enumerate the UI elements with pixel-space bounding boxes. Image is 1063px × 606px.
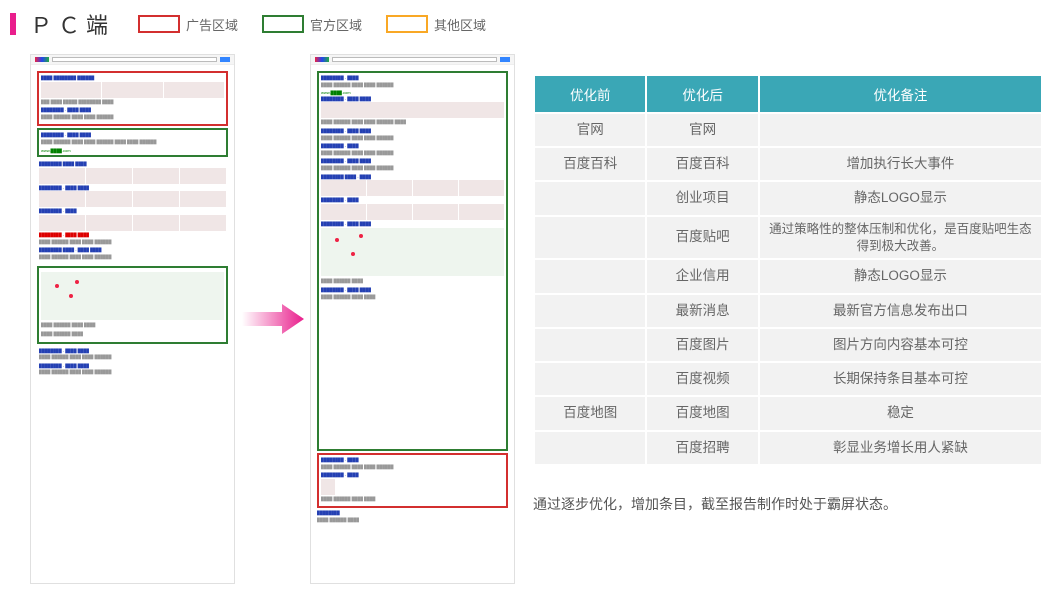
accent-bar xyxy=(10,13,16,35)
content-row: ████ ████████ ██████ ███ ████ █████ ████… xyxy=(0,54,1063,584)
table-row: 百度地图 百度地图 稳定 xyxy=(535,397,1041,429)
cell-before xyxy=(535,182,645,214)
th-before: 优化前 xyxy=(535,76,645,112)
cell-note: 静态LOGO显示 xyxy=(760,260,1041,292)
table-row: 官网 官网 xyxy=(535,114,1041,146)
comparison-panel: 优化前 优化后 优化备注 官网 官网 百度百科 百度百科 增加执行长大事件 xyxy=(533,54,1043,584)
cell-note: 彰显业务增长用人紧缺 xyxy=(760,432,1041,464)
cell-before xyxy=(535,295,645,327)
cell-before: 百度地图 xyxy=(535,397,645,429)
region-other: ████████ ████ ████ ████████ - ████ ████ … xyxy=(37,159,228,264)
cell-before xyxy=(535,432,645,464)
search-button-mock xyxy=(500,57,510,62)
legend-label-official: 官方区域 xyxy=(310,15,362,34)
region-official-2: ████ ██████ ████ ████ ████ ██████ ████ xyxy=(37,266,228,343)
map-thumbnail xyxy=(321,228,504,276)
legend-box-red xyxy=(138,15,180,33)
cell-after: 最新消息 xyxy=(647,295,757,327)
arrow-icon xyxy=(235,54,310,584)
table-header-row: 优化前 优化后 优化备注 xyxy=(535,76,1041,112)
table-row: 百度贴吧 通过策略性的整体压制和优化，是百度贴吧生态得到极大改善。 xyxy=(535,217,1041,259)
serp-before-body: ████ ████████ ██████ ███ ████ █████ ████… xyxy=(31,65,234,386)
cell-before xyxy=(535,363,645,395)
page-header: ＰＣ端 广告区域 官方区域 其他区域 xyxy=(0,0,1063,54)
cell-note: 稳定 xyxy=(760,397,1041,429)
cell-after: 百度视频 xyxy=(647,363,757,395)
baidu-logo-icon xyxy=(35,57,49,62)
serp-before: ████ ████████ ██████ ███ ████ █████ ████… xyxy=(30,54,235,584)
cell-note: 最新官方信息发布出口 xyxy=(760,295,1041,327)
serp-after: ████████ - ████ ████ ██████ ████ ████ ██… xyxy=(310,54,515,584)
th-after: 优化后 xyxy=(647,76,757,112)
cell-note: 长期保持条目基本可控 xyxy=(760,363,1041,395)
th-note: 优化备注 xyxy=(760,76,1041,112)
cell-note: 图片方向内容基本可控 xyxy=(760,329,1041,361)
serp-after-header xyxy=(311,55,514,65)
cell-before: 官网 xyxy=(535,114,645,146)
cell-note: 通过策略性的整体压制和优化，是百度贴吧生态得到极大改善。 xyxy=(760,217,1041,259)
serp-before-header xyxy=(31,55,234,65)
legend-ad: 广告区域 xyxy=(138,15,238,34)
cell-after: 百度招聘 xyxy=(647,432,757,464)
legend-official: 官方区域 xyxy=(262,15,362,34)
cell-after: 百度地图 xyxy=(647,397,757,429)
cell-before: 百度百科 xyxy=(535,148,645,180)
search-input-mock xyxy=(52,57,217,62)
table-row: 创业项目 静态LOGO显示 xyxy=(535,182,1041,214)
legend-label-other: 其他区域 xyxy=(434,15,486,34)
search-button-mock xyxy=(220,57,230,62)
table-row: 百度图片 图片方向内容基本可控 xyxy=(535,329,1041,361)
cell-after: 官网 xyxy=(647,114,757,146)
legend-box-yellow xyxy=(386,15,428,33)
page-title: ＰＣ端 xyxy=(30,8,114,40)
comparison-table: 优化前 优化后 优化备注 官网 官网 百度百科 百度百科 增加执行长大事件 xyxy=(533,74,1043,466)
cell-before xyxy=(535,260,645,292)
cell-before xyxy=(535,217,645,259)
region-official: ████████ - ████ ████ ██████ ████ ████ ██… xyxy=(317,71,508,451)
cell-note xyxy=(760,114,1041,146)
baidu-logo-icon xyxy=(315,57,329,62)
cell-before xyxy=(535,329,645,361)
serp-after-body: ████████ - ████ ████ ██████ ████ ████ ██… xyxy=(311,65,514,530)
table-row: 百度招聘 彰显业务增长用人紧缺 xyxy=(535,432,1041,464)
legend-label-ad: 广告区域 xyxy=(186,15,238,34)
map-thumbnail xyxy=(41,272,224,320)
region-official: ████████ - ████ ████ ████ ██████ ████ ██… xyxy=(37,128,228,157)
cell-after: 企业信用 xyxy=(647,260,757,292)
legend-other: 其他区域 xyxy=(386,15,486,34)
legend-box-green xyxy=(262,15,304,33)
table-row: 企业信用 静态LOGO显示 xyxy=(535,260,1041,292)
search-input-mock xyxy=(332,57,497,62)
cell-after: 百度百科 xyxy=(647,148,757,180)
cell-note: 静态LOGO显示 xyxy=(760,182,1041,214)
table-row: 最新消息 最新官方信息发布出口 xyxy=(535,295,1041,327)
region-ad: ████████ - ████ ████ ██████ ████ ████ ██… xyxy=(317,453,508,508)
table-row: 百度百科 百度百科 增加执行长大事件 xyxy=(535,148,1041,180)
cell-after: 百度图片 xyxy=(647,329,757,361)
region-other-2: ████████ - ████ ████ ████ ██████ ████ ██… xyxy=(37,346,228,380)
cell-note: 增加执行长大事件 xyxy=(760,148,1041,180)
table-row: 百度视频 长期保持条目基本可控 xyxy=(535,363,1041,395)
footnote-text: 通过逐步优化，增加条目，截至报告制作时处于霸屏状态。 xyxy=(533,494,1043,514)
cell-after: 创业项目 xyxy=(647,182,757,214)
region-ad: ████ ████████ ██████ ███ ████ █████ ████… xyxy=(37,71,228,126)
cell-after: 百度贴吧 xyxy=(647,217,757,259)
